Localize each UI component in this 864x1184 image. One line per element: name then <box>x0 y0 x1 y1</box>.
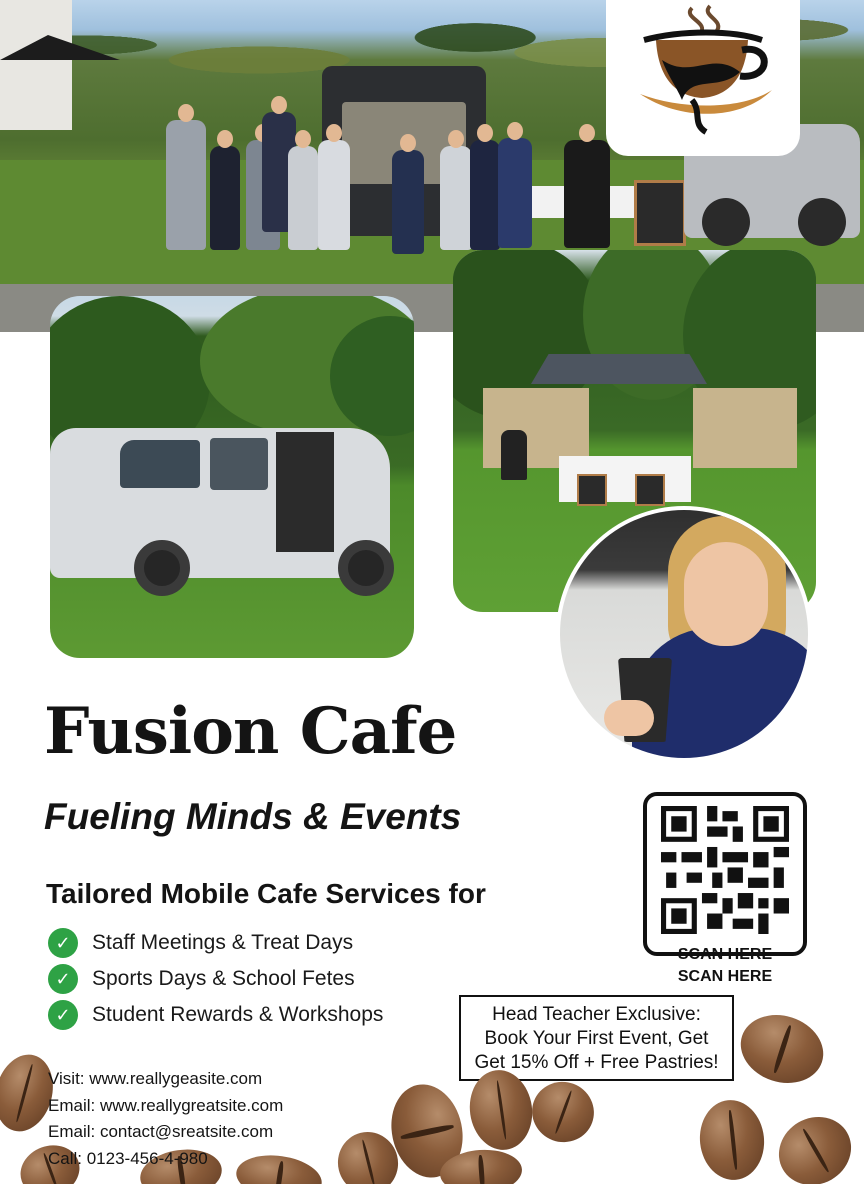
coffee-bean-icon <box>695 1096 769 1184</box>
mobile-van-photo <box>50 296 414 658</box>
hero-person <box>210 130 240 250</box>
phone-line[interactable]: Call: 0123-456-4-980 <box>48 1146 283 1173</box>
gazebo-wall <box>693 388 797 468</box>
contact-info: Visit: www.reallygeasite.com Email: www.… <box>48 1066 283 1172</box>
brand-name: Fusion Cafe <box>44 694 457 769</box>
qr-scan-label: SCAN HERE <box>677 946 773 963</box>
coffee-bean-icon <box>731 1004 833 1094</box>
email-line[interactable]: Email: contact@sreatsite.com <box>48 1119 283 1146</box>
qr-code-icon <box>661 806 789 934</box>
offer-line: Head Teacher Exclusive: <box>492 1004 701 1025</box>
coffee-bean-icon <box>766 1103 864 1184</box>
coffee-bean-icon <box>523 1073 603 1151</box>
qr-code[interactable] <box>643 792 807 956</box>
hero-person <box>564 124 610 248</box>
service-item-label: Sports Days & School Fetes <box>92 967 355 990</box>
stall-visitor <box>501 430 527 480</box>
hero-house <box>0 0 72 130</box>
offer-box: Head Teacher Exclusive: Book Your First … <box>459 995 734 1081</box>
hero-person <box>498 122 532 248</box>
barista-portrait <box>556 506 812 762</box>
website-link[interactable]: Visit: www.reallygeasite.com <box>48 1066 283 1093</box>
service-item-label: Staff Meetings & Treat Days <box>92 931 354 954</box>
check-circle-icon: ✓ <box>48 1000 78 1030</box>
check-circle-icon: ✓ <box>48 928 78 958</box>
hero-menu-board <box>634 180 686 246</box>
email-line[interactable]: Email: www.reallygreatsite.com <box>48 1093 283 1120</box>
qr-scan-label: SCAN HERE <box>677 968 773 985</box>
gazebo-roof <box>531 354 707 384</box>
offer-line: Book Your First Event, Get <box>484 1028 709 1049</box>
gazebo-sign <box>577 474 607 506</box>
hero-person <box>470 124 500 250</box>
service-item: ✓ Staff Meetings & Treat Days <box>48 925 383 961</box>
service-item: ✓ Student Rewards & Workshops <box>48 997 383 1033</box>
hero-person <box>392 134 424 254</box>
hero-person <box>166 104 206 250</box>
services-list: ✓ Staff Meetings & Treat Days ✓ Sports D… <box>48 925 383 1033</box>
brand-logo-card <box>606 0 800 156</box>
coffee-cup-logo-icon <box>640 4 772 135</box>
hero-person <box>318 124 350 250</box>
check-circle-icon: ✓ <box>48 964 78 994</box>
gazebo-sign <box>635 474 665 506</box>
hero-person <box>288 130 318 250</box>
van-body <box>50 428 394 596</box>
services-heading: Tailored Mobile Cafe Services for <box>46 878 486 909</box>
service-item-label: Student Rewards & Workshops <box>92 1003 384 1026</box>
hero-person <box>440 130 472 250</box>
tagline: Fueling Minds & Events <box>44 796 462 837</box>
service-item: ✓ Sports Days & School Fetes <box>48 961 383 997</box>
